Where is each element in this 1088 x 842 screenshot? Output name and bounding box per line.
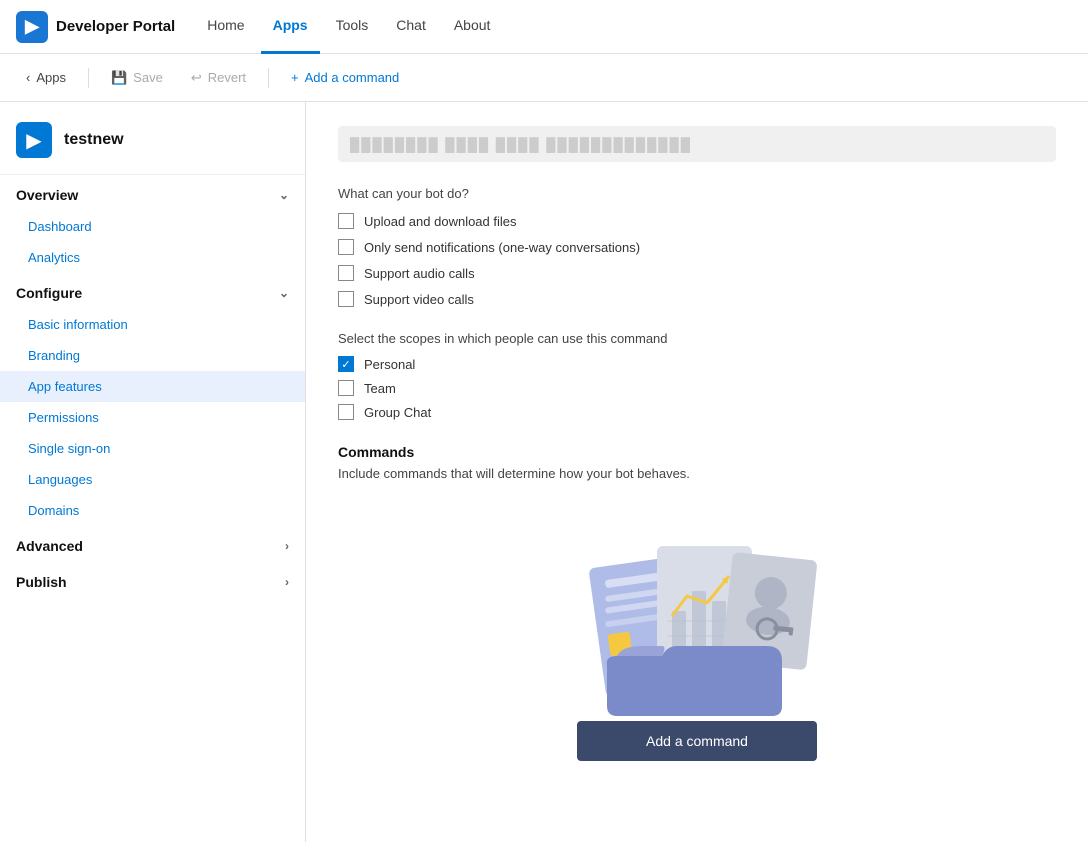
capability-audio-checkbox[interactable]: [338, 265, 354, 281]
plus-icon: +: [291, 70, 299, 85]
nav-tools[interactable]: Tools: [324, 0, 381, 54]
commands-desc: Include commands that will determine how…: [338, 466, 1056, 481]
capability-video: Support video calls: [338, 291, 1056, 307]
toolbar: ‹ Apps 💾 Save ↩ Revert + Add a command: [0, 54, 1088, 102]
save-button[interactable]: 💾 Save: [101, 64, 173, 92]
publish-section-header[interactable]: Publish ›: [0, 562, 305, 598]
nav-items: Home Apps Tools Chat About: [195, 0, 502, 54]
brand-logo: ▶: [16, 11, 48, 43]
scope-personal: Personal: [338, 356, 1056, 372]
capability-upload-download-checkbox[interactable]: [338, 213, 354, 229]
add-command-button[interactable]: Add a command: [577, 721, 817, 761]
overview-section-header[interactable]: Overview ⌄: [0, 175, 305, 211]
separator: [88, 68, 89, 88]
nav-chat[interactable]: Chat: [384, 0, 438, 54]
brand-name: Developer Portal: [56, 18, 175, 35]
capability-video-label: Support video calls: [364, 292, 474, 307]
revert-label: Revert: [208, 70, 246, 85]
content-inner: ████████ ████ ████ █████████████ What ca…: [306, 102, 1088, 842]
app-header: ▶ testnew: [0, 102, 305, 175]
configure-section: Configure ⌄ Basic information Branding A…: [0, 273, 305, 526]
capability-notifications-label: Only send notifications (one-way convers…: [364, 240, 640, 255]
publish-section: Publish ›: [0, 562, 305, 598]
sidebar-item-app-features[interactable]: App features: [0, 371, 305, 402]
scope-personal-checkbox[interactable]: [338, 356, 354, 372]
sidebar: ▶ testnew Overview ⌄ Dashboard Analytics…: [0, 102, 306, 842]
revert-button[interactable]: ↩ Revert: [181, 64, 256, 92]
capability-notifications: Only send notifications (one-way convers…: [338, 239, 1056, 255]
sidebar-item-dashboard[interactable]: Dashboard: [0, 211, 305, 242]
scope-team-label: Team: [364, 381, 396, 396]
sidebar-item-permissions[interactable]: Permissions: [0, 402, 305, 433]
main-layout: ▶ testnew Overview ⌄ Dashboard Analytics…: [0, 102, 1088, 842]
overview-label: Overview: [16, 187, 78, 203]
scope-group-chat-label: Group Chat: [364, 405, 431, 420]
nav-apps[interactable]: Apps: [261, 0, 320, 54]
advanced-section-header[interactable]: Advanced ›: [0, 526, 305, 562]
commands-title: Commands: [338, 444, 1056, 460]
capability-audio: Support audio calls: [338, 265, 1056, 281]
main-content: ████████ ████ ████ █████████████ What ca…: [306, 102, 1088, 842]
capability-upload-download-label: Upload and download files: [364, 214, 517, 229]
chevron-right-icon-2: ›: [285, 575, 289, 589]
chevron-down-icon: ⌄: [279, 188, 289, 202]
app-icon: ▶: [16, 122, 52, 158]
save-icon: 💾: [111, 70, 127, 86]
commands-section: Commands Include commands that will dete…: [338, 444, 1056, 481]
nav-about[interactable]: About: [442, 0, 503, 54]
advanced-section: Advanced ›: [0, 526, 305, 562]
back-icon: ‹: [26, 70, 30, 85]
sidebar-item-analytics[interactable]: Analytics: [0, 242, 305, 273]
capability-upload-download: Upload and download files: [338, 213, 1056, 229]
publish-label: Publish: [16, 574, 67, 590]
back-label: Apps: [36, 70, 66, 85]
advanced-label: Advanced: [16, 538, 83, 554]
sidebar-item-single-sign-on[interactable]: Single sign-on: [0, 433, 305, 464]
scope-personal-label: Personal: [364, 357, 415, 372]
nav-home[interactable]: Home: [195, 0, 256, 54]
chevron-right-icon: ›: [285, 539, 289, 553]
blurred-text: ████████ ████ ████ █████████████: [350, 137, 692, 152]
scope-team: Team: [338, 380, 1056, 396]
revert-icon: ↩: [191, 70, 202, 86]
scope-title: Select the scopes in which people can us…: [338, 331, 1056, 346]
configure-section-header[interactable]: Configure ⌄: [0, 273, 305, 309]
top-navigation: ▶ Developer Portal Home Apps Tools Chat …: [0, 0, 1088, 54]
chevron-down-icon-2: ⌄: [279, 286, 289, 300]
scope-group-chat-checkbox[interactable]: [338, 404, 354, 420]
capability-notifications-checkbox[interactable]: [338, 239, 354, 255]
bot-section-question: What can your bot do?: [338, 186, 1056, 201]
scope-group-chat: Group Chat: [338, 404, 1056, 420]
back-to-apps-button[interactable]: ‹ Apps: [16, 64, 76, 91]
bot-capabilities-group: Upload and download files Only send noti…: [338, 213, 1056, 307]
configure-label: Configure: [16, 285, 82, 301]
save-label: Save: [133, 70, 163, 85]
add-command-toolbar-button[interactable]: + Add a command: [281, 64, 409, 91]
add-command-toolbar-label: Add a command: [305, 70, 400, 85]
scope-items: Personal Team Group Chat: [338, 356, 1056, 420]
capability-video-checkbox[interactable]: [338, 291, 354, 307]
app-name: testnew: [64, 131, 124, 149]
separator-2: [268, 68, 269, 88]
sidebar-item-basic-information[interactable]: Basic information: [0, 309, 305, 340]
blurred-input-area: ████████ ████ ████ █████████████: [338, 126, 1056, 162]
capability-audio-label: Support audio calls: [364, 266, 475, 281]
empty-state-illustration: [567, 521, 827, 721]
illustration-area: Add a command: [338, 501, 1056, 791]
sidebar-item-domains[interactable]: Domains: [0, 495, 305, 526]
scope-team-checkbox[interactable]: [338, 380, 354, 396]
sidebar-item-branding[interactable]: Branding: [0, 340, 305, 371]
sidebar-item-languages[interactable]: Languages: [0, 464, 305, 495]
overview-section: Overview ⌄ Dashboard Analytics: [0, 175, 305, 273]
scope-section: Select the scopes in which people can us…: [338, 331, 1056, 420]
